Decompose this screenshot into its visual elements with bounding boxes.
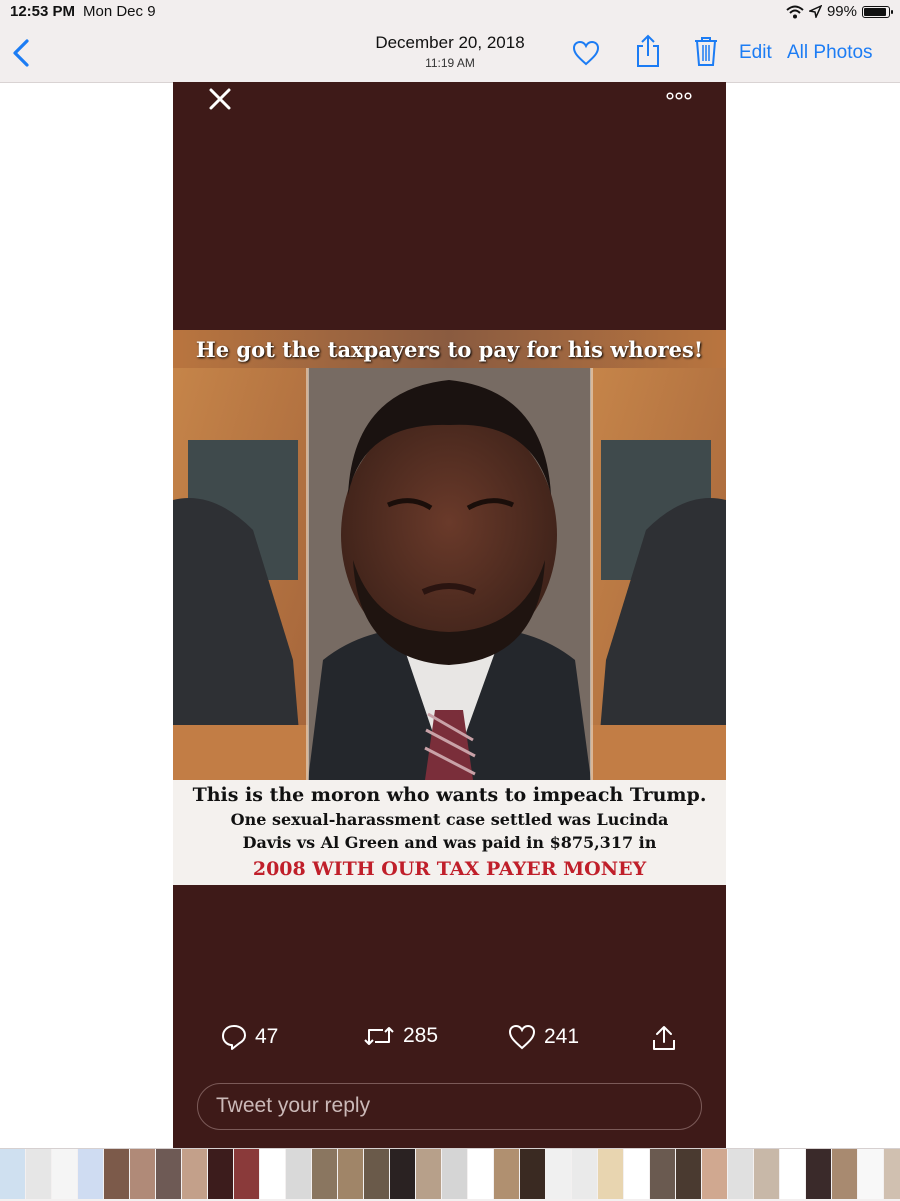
meme-caption-line-2: One sexual-harassment case settled was L… xyxy=(230,810,669,829)
battery-icon xyxy=(862,5,893,18)
like-count: 241 xyxy=(544,1025,580,1048)
reply-count: 47 xyxy=(255,1025,279,1048)
photo-thumbnail[interactable] xyxy=(52,1149,77,1199)
battery-percent: 99% xyxy=(826,3,857,20)
status-time: 12:53 PM xyxy=(10,3,76,20)
meme-image: He got the taxpayers to pay for his whor… xyxy=(173,330,726,885)
more-icon[interactable] xyxy=(666,92,692,100)
photo-thumbnail[interactable] xyxy=(442,1149,467,1199)
wifi-icon xyxy=(786,5,804,18)
location-arrow-icon xyxy=(808,5,822,18)
photo-thumbnail[interactable] xyxy=(234,1149,259,1199)
photo-thumbnail-strip[interactable] xyxy=(0,1148,900,1201)
retweet-count: 285 xyxy=(403,1024,439,1047)
share-icon[interactable] xyxy=(635,34,661,68)
meme-caption-line-3: Davis vs Al Green and was paid in $875,3… xyxy=(242,833,657,852)
all-photos-button[interactable]: All Photos xyxy=(787,42,873,64)
photo-thumbnail[interactable] xyxy=(780,1149,805,1199)
battery-level-fill xyxy=(864,7,886,16)
photo-thumbnail[interactable] xyxy=(728,1149,753,1199)
photo-thumbnail[interactable] xyxy=(546,1149,571,1199)
tweet-reply-input[interactable]: Tweet your reply xyxy=(197,1083,702,1130)
photo-thumbnail[interactable] xyxy=(858,1149,883,1199)
upload-icon xyxy=(653,1026,675,1050)
tweet-actions: 47 285 241 xyxy=(173,1024,726,1058)
photo-thumbnail[interactable] xyxy=(494,1149,519,1199)
heart-icon[interactable] xyxy=(572,40,600,66)
photo-thumbnail[interactable] xyxy=(650,1149,675,1199)
photo-thumbnail[interactable] xyxy=(260,1149,285,1199)
chevron-left-icon[interactable] xyxy=(10,38,32,68)
photo-thumbnail[interactable] xyxy=(104,1149,129,1199)
meme-top-caption: He got the taxpayers to pay for his whor… xyxy=(173,330,726,368)
photo-thumbnail[interactable] xyxy=(156,1149,181,1199)
photo-thumbnail[interactable] xyxy=(26,1149,51,1199)
tweet-photo: He got the taxpayers to pay for his whor… xyxy=(173,82,726,1148)
tweet-share-button[interactable] xyxy=(651,1024,677,1052)
status-indicators: 99% xyxy=(786,3,893,20)
photo-thumbnail[interactable] xyxy=(468,1149,493,1199)
meme-caption-line-1: This is the moron who wants to impeach T… xyxy=(192,784,707,806)
photo-thumbnail[interactable] xyxy=(832,1149,857,1199)
photo-thumbnail[interactable] xyxy=(416,1149,441,1199)
close-icon[interactable] xyxy=(207,86,233,112)
photo-thumbnail[interactable] xyxy=(754,1149,779,1199)
photo-thumbnail[interactable] xyxy=(338,1149,363,1199)
meme-caption-line-4: 2008 WITH OUR TAX PAYER MONEY xyxy=(252,858,647,880)
photo-thumbnail[interactable] xyxy=(884,1149,900,1199)
photo-thumbnail[interactable] xyxy=(572,1149,597,1199)
meme-bottom-caption: This is the moron who wants to impeach T… xyxy=(173,782,726,882)
trash-icon[interactable] xyxy=(693,35,719,67)
photo-thumbnail[interactable] xyxy=(78,1149,103,1199)
photo-thumbnail[interactable] xyxy=(312,1149,337,1199)
photo-thumbnail[interactable] xyxy=(0,1149,25,1199)
like-button[interactable]: 241 xyxy=(508,1024,579,1050)
reply-button[interactable]: 47 xyxy=(221,1024,278,1050)
retweet-button[interactable]: 285 xyxy=(363,1024,438,1048)
photo-thumbnail[interactable] xyxy=(130,1149,155,1199)
photo-thumbnail[interactable] xyxy=(286,1149,311,1199)
photo-thumbnail[interactable] xyxy=(208,1149,233,1199)
photo-thumbnail[interactable] xyxy=(364,1149,389,1199)
top-bar: 12:53 PM Mon Dec 9 99% December 20, 2018… xyxy=(0,0,900,83)
photo-thumbnail[interactable] xyxy=(676,1149,701,1199)
speech-bubble-icon xyxy=(222,1025,246,1050)
status-date: Mon Dec 9 xyxy=(83,3,156,20)
photo-thumbnail[interactable] xyxy=(520,1149,545,1199)
heart-icon xyxy=(508,1024,536,1050)
meme-portrait-image xyxy=(173,330,726,780)
photo-thumbnail[interactable] xyxy=(624,1149,649,1199)
photo-thumbnail[interactable] xyxy=(390,1149,415,1199)
photo-thumbnail[interactable] xyxy=(702,1149,727,1199)
edit-button[interactable]: Edit xyxy=(739,42,772,64)
photo-thumbnail[interactable] xyxy=(806,1149,831,1199)
photo-thumbnail[interactable] xyxy=(598,1149,623,1199)
retweet-icon xyxy=(364,1027,394,1045)
photo-thumbnail[interactable] xyxy=(182,1149,207,1199)
